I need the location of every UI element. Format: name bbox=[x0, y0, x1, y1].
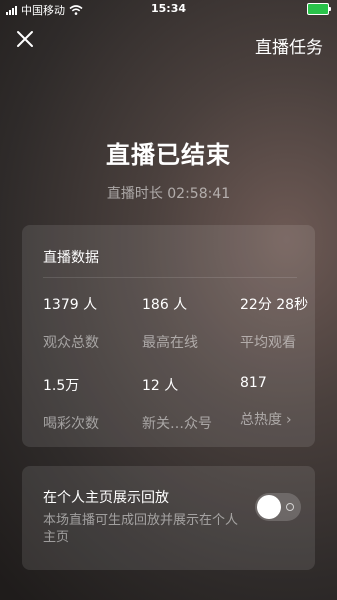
status-time: 15:34 bbox=[150, 2, 186, 15]
stat-label: 喝彩次数 bbox=[43, 416, 99, 432]
stat-total-viewers: 1379 人 观众总数 bbox=[43, 294, 99, 352]
status-bar: 中国移动 15:34 bbox=[0, 0, 337, 18]
stat-peak-online: 186 人 最高在线 bbox=[142, 294, 198, 352]
stat-label: 观众总数 bbox=[43, 335, 99, 351]
live-stats-card: 直播数据 1379 人 观众总数 186 人 最高在线 22分 28秒 平均观看… bbox=[22, 225, 315, 447]
toggle-knob bbox=[257, 495, 281, 519]
replay-setting-card: 在个人主页展示回放 本场直播可生成回放并展示在个人主页 bbox=[22, 466, 315, 570]
battery-icon bbox=[307, 3, 331, 15]
stat-total-heat-link[interactable]: 总热度 › bbox=[240, 409, 292, 429]
divider bbox=[43, 277, 297, 278]
stat-label: 总热度 bbox=[240, 412, 282, 428]
replay-setting-title: 在个人主页展示回放 bbox=[43, 490, 169, 506]
close-icon[interactable] bbox=[14, 28, 36, 50]
stat-cheers: 1.5万 喝彩次数 bbox=[43, 375, 99, 433]
stat-value: 817 bbox=[240, 375, 267, 391]
stat-value: 12 人 bbox=[142, 378, 179, 394]
toggle-off-indicator bbox=[286, 503, 294, 511]
stats-card-title: 直播数据 bbox=[43, 250, 99, 266]
replay-setting-description: 本场直播可生成回放并展示在个人主页 bbox=[43, 513, 239, 545]
stat-label: 平均观看 bbox=[240, 335, 296, 351]
stat-label: 新关…众号 bbox=[142, 416, 212, 432]
stat-value: 1379 人 bbox=[43, 297, 98, 313]
page-title: 直播已结束 bbox=[106, 141, 231, 169]
live-duration: 直播时长 02:58:41 bbox=[106, 186, 231, 202]
stat-label: 最高在线 bbox=[142, 335, 198, 351]
live-task-button[interactable]: 直播任务 bbox=[255, 33, 323, 58]
stat-value: 1.5万 bbox=[43, 378, 80, 394]
chevron-right-icon: › bbox=[286, 412, 292, 428]
stat-total-heat[interactable]: 817 总热度 › bbox=[240, 375, 292, 429]
stat-value: 22分 28秒 bbox=[240, 297, 309, 313]
stat-value: 186 人 bbox=[142, 297, 188, 313]
stat-average-watch: 22分 28秒 平均观看 bbox=[240, 294, 308, 352]
stat-new-followers: 12 人 新关…众号 bbox=[142, 375, 212, 433]
replay-toggle[interactable] bbox=[255, 493, 301, 521]
